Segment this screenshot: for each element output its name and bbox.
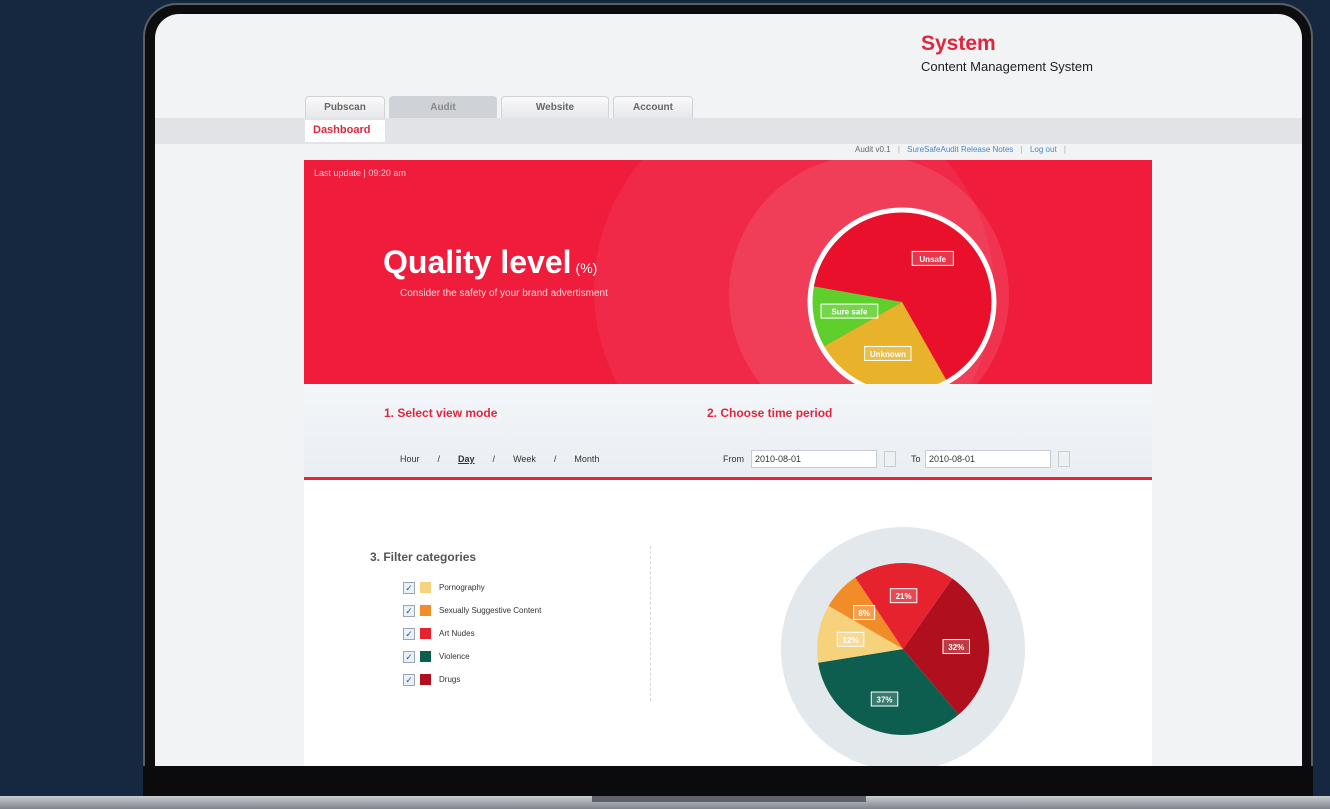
mode-hour[interactable]: Hour [400, 454, 420, 464]
from-label: From [723, 454, 744, 464]
tab-pubscan[interactable]: Pubscan [305, 96, 385, 118]
category-list: ✓ Pornography ✓ Sexually Suggestive Conten… [403, 576, 541, 691]
mode-month[interactable]: Month [574, 454, 599, 464]
pie-label: Unsafe [919, 255, 946, 264]
hero-title-text: Quality level [383, 244, 572, 280]
subtab-dashboard[interactable]: Dashboard [305, 120, 385, 142]
tab-account[interactable]: Account [613, 96, 693, 118]
checkbox-icon[interactable]: ✓ [403, 604, 415, 617]
mode-separator: / [492, 454, 496, 464]
hero-subtitle: Consider the safety of your brand advert… [400, 288, 608, 299]
from-calendar-icon[interactable] [884, 451, 896, 467]
hero-title: Quality level (%) [383, 244, 597, 281]
main-tabs: Pubscan Audit Website Account [305, 96, 693, 118]
category-swatch [420, 582, 431, 593]
category-label: Art Nudes [439, 629, 475, 638]
category-item[interactable]: ✓ Sexually Suggestive Content [403, 599, 541, 622]
tab-audit[interactable]: Audit [389, 96, 497, 118]
pie-label: 21% [896, 592, 912, 601]
view-mode-options: Hour / Day / Week / Month [400, 454, 599, 464]
pie-label: 8% [858, 609, 870, 618]
mode-day[interactable]: Day [458, 454, 475, 464]
logout-link[interactable]: Log out [1030, 145, 1057, 154]
from-date-input[interactable]: 2010-08-01 [751, 450, 877, 468]
to-calendar-icon[interactable] [1058, 451, 1070, 467]
category-swatch [420, 674, 431, 685]
last-update: Last update | 09:20 am [314, 168, 406, 178]
brand-title: System [921, 32, 996, 55]
checkbox-icon[interactable]: ✓ [403, 627, 415, 640]
screen: System Content Management System Pubscan… [155, 14, 1302, 766]
category-swatch [420, 628, 431, 639]
category-item[interactable]: ✓ Drugs [403, 668, 541, 691]
category-label: Sexually Suggestive Content [439, 606, 542, 615]
tab-website[interactable]: Website [501, 96, 609, 118]
time-period-heading: 2. Choose time period [707, 406, 833, 420]
checkbox-icon[interactable]: ✓ [403, 650, 415, 663]
category-item[interactable]: ✓ Pornography [403, 576, 541, 599]
to-label: To [911, 454, 921, 464]
pie-label: 32% [948, 643, 964, 652]
pie-label: 12% [843, 636, 859, 645]
mode-week[interactable]: Week [513, 454, 536, 464]
mode-separator: / [553, 454, 557, 464]
laptop-lower-bezel [143, 766, 1313, 796]
category-item[interactable]: ✓ Art Nudes [403, 622, 541, 645]
category-label: Pornography [439, 583, 485, 592]
hero-title-unit: (%) [575, 260, 598, 276]
category-swatch [420, 651, 431, 662]
section-divider [650, 546, 651, 701]
link-separator: | [897, 145, 900, 154]
link-separator: | [1063, 145, 1066, 154]
pie-label: 37% [877, 696, 893, 705]
top-links: Audit v0.1 | SureSafeAudit Release Notes… [855, 145, 1071, 154]
brand: System Content Management System [921, 32, 1093, 74]
brand-subtitle: Content Management System [921, 59, 1093, 74]
release-notes-link[interactable]: SureSafeAudit Release Notes [907, 145, 1013, 154]
view-mode-heading: 1. Select view mode [384, 406, 498, 420]
laptop-notch [592, 796, 866, 802]
quality-pie-chart: Unsafe Unknown Sure safe [807, 207, 997, 384]
pie-label: Unknown [870, 350, 906, 359]
category-label: Violence [439, 652, 470, 661]
category-pie-chart: 32% 37% 12% 8% 21% [781, 527, 1025, 766]
category-item[interactable]: ✓ Violence [403, 645, 541, 668]
category-label: Drugs [439, 675, 461, 684]
pie-label: Sure safe [831, 308, 868, 317]
category-swatch [420, 605, 431, 616]
checkbox-icon[interactable]: ✓ [403, 581, 415, 594]
mode-separator: / [437, 454, 441, 464]
checkbox-icon[interactable]: ✓ [403, 673, 415, 686]
link-separator: | [1020, 145, 1023, 154]
version-label: Audit v0.1 [855, 145, 891, 154]
filter-categories-heading: 3. Filter categories [370, 550, 477, 564]
to-date-input[interactable]: 2010-08-01 [925, 450, 1051, 468]
quality-hero: Last update | 09:20 am Quality level (%) … [304, 160, 1152, 384]
